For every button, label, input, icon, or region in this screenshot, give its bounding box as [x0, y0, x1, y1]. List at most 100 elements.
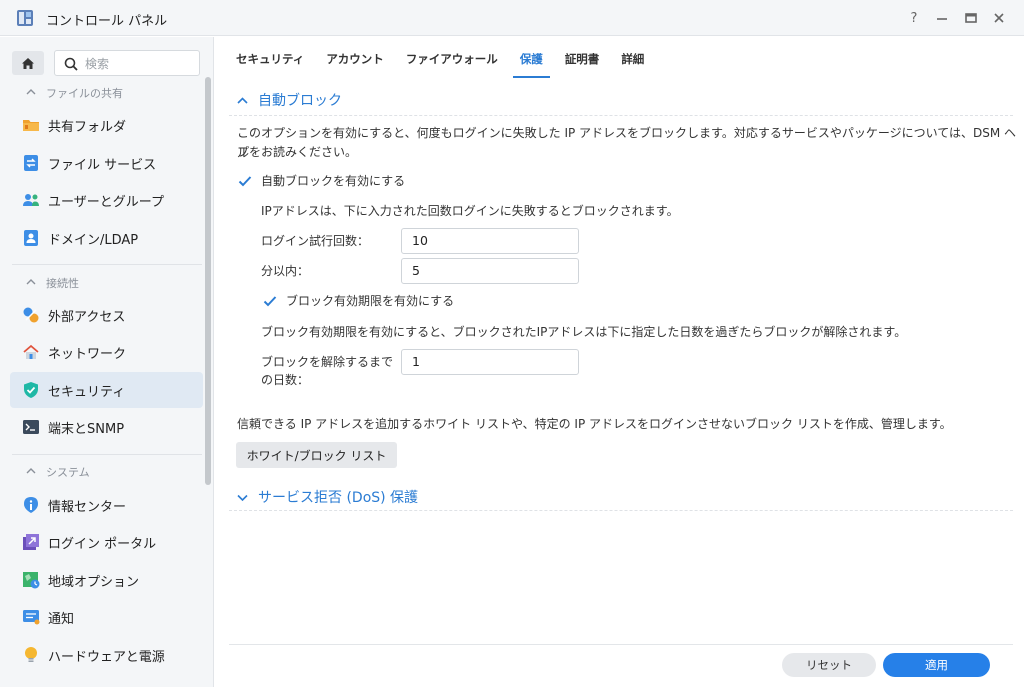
- sidebar-item-security[interactable]: セキュリティ: [10, 372, 203, 408]
- apply-button[interactable]: 適用: [883, 653, 990, 677]
- within-minutes-label: 分以内：: [261, 264, 310, 278]
- sidebar-item-file-services[interactable]: ファイル サービス: [10, 145, 203, 181]
- window-title: コントロール パネル: [46, 14, 168, 29]
- sidebar-item-label: ドメイン/LDAP: [48, 232, 139, 248]
- domain-icon: [22, 229, 40, 247]
- section-connectivity[interactable]: 接続性: [0, 268, 204, 298]
- terminal-icon: [22, 418, 40, 436]
- section-label: 接続性: [46, 277, 79, 290]
- help-button[interactable]: ?: [905, 9, 923, 27]
- sidebar-item-label: 地域オプション: [48, 574, 140, 590]
- hardware-icon: [22, 646, 40, 664]
- sidebar-item-hardware-power[interactable]: ハードウェアと電源: [10, 637, 203, 673]
- enable-auto-block-checkbox[interactable]: [237, 173, 253, 189]
- tab-advanced[interactable]: 詳細: [610, 37, 655, 73]
- regional-icon: [22, 571, 40, 589]
- sidebar-item-network[interactable]: ネットワーク: [10, 334, 203, 370]
- sidebar-item-label: 端末とSNMP: [48, 421, 125, 437]
- divider: [229, 510, 1013, 511]
- auto-block-description-line2: プをお読みください。: [237, 145, 358, 159]
- tab-account[interactable]: アカウント: [315, 37, 395, 73]
- sidebar-item-label: ハードウェアと電源: [48, 649, 165, 665]
- section-system[interactable]: システム: [0, 457, 204, 487]
- home-button[interactable]: [12, 51, 44, 75]
- dos-protection-title: サービス拒否 (DoS) 保護: [258, 490, 419, 506]
- divider: [229, 115, 1013, 116]
- dos-protection-header[interactable]: サービス拒否 (DoS) 保護: [237, 487, 418, 507]
- chevron-up-icon: [237, 96, 248, 104]
- login-attempts-label: ログイン試行回数：: [261, 234, 370, 248]
- network-icon: [22, 343, 40, 361]
- tab-bar: セキュリティ アカウント ファイアウォール 保護 証明書 詳細: [225, 37, 655, 78]
- home-icon: [22, 57, 34, 69]
- maximize-button[interactable]: [962, 9, 980, 27]
- file-services-icon: [22, 154, 40, 172]
- tab-protection[interactable]: 保護: [509, 37, 554, 78]
- sidebar-item-label: ファイル サービス: [48, 157, 157, 173]
- section-label: ファイルの共有: [46, 87, 123, 100]
- checkmark-icon: [238, 176, 252, 187]
- main-panel: セキュリティ アカウント ファイアウォール 保護 証明書 詳細 自動ブロック こ…: [215, 37, 1024, 687]
- auto-block-header[interactable]: 自動ブロック: [237, 90, 342, 110]
- auto-block-title: 自動ブロック: [258, 93, 342, 109]
- divider: [12, 264, 202, 265]
- folder-icon: [22, 116, 40, 134]
- sidebar-item-shared-folder[interactable]: 共有フォルダ: [10, 107, 203, 143]
- tab-certificate[interactable]: 証明書: [554, 37, 611, 73]
- control-panel-icon: [16, 9, 34, 27]
- allow-block-list-text: 信頼できる IP アドレスを追加するホワイト リストや、特定の IP アドレスを…: [237, 417, 952, 431]
- section-file-sharing[interactable]: ファイルの共有: [0, 78, 204, 108]
- close-icon: [994, 13, 1004, 23]
- sidebar-item-regional-options[interactable]: 地域オプション: [10, 562, 203, 598]
- unblock-days-label-line2: の日数：: [261, 373, 310, 387]
- external-access-icon: [22, 306, 40, 324]
- sidebar-item-terminal-snmp[interactable]: 端末とSNMP: [10, 409, 203, 445]
- unblock-days-input[interactable]: 1: [401, 349, 579, 375]
- sidebar-item-label: ネットワーク: [48, 346, 127, 362]
- enable-auto-block-label[interactable]: 自動ブロックを有効にする: [261, 171, 405, 191]
- chevron-up-icon: [26, 89, 36, 95]
- sidebar-item-label: 外部アクセス: [48, 309, 126, 325]
- sidebar-item-external-access[interactable]: 外部アクセス: [10, 297, 203, 333]
- sidebar-scrollbar[interactable]: [205, 77, 211, 485]
- divider: [12, 454, 202, 455]
- title-bar: コントロール パネル ?: [0, 0, 1024, 36]
- allow-block-list-button[interactable]: ホワイト/ブロック リスト: [236, 442, 397, 468]
- search-input[interactable]: [85, 55, 195, 72]
- info-icon: [22, 496, 40, 514]
- unblock-days-label-line1: ブロックを解除するまで: [261, 355, 394, 369]
- block-rule-text: IPアドレスは、下に入力された回数ログインに失敗するとブロックされます。: [261, 204, 679, 218]
- within-minutes-input[interactable]: 5: [401, 258, 579, 284]
- sidebar-item-info-center[interactable]: 情報センター: [10, 487, 203, 523]
- sidebar-item-label: ログイン ポータル: [48, 536, 157, 552]
- sidebar-item-label: 情報センター: [48, 499, 127, 515]
- sidebar-item-login-portal[interactable]: ログイン ポータル: [10, 524, 203, 560]
- minimize-button[interactable]: [933, 9, 951, 27]
- enable-block-expiration-checkbox[interactable]: [262, 293, 278, 309]
- checkmark-icon: [263, 296, 277, 307]
- tab-security[interactable]: セキュリティ: [225, 37, 315, 73]
- search-icon: [64, 57, 78, 71]
- login-portal-icon: [22, 533, 40, 551]
- sidebar-item-users-groups[interactable]: ユーザーとグループ: [10, 182, 203, 218]
- section-label: システム: [46, 466, 90, 479]
- block-expiration-text: ブロック有効期限を有効にすると、ブロックされたIPアドレスは下に指定した日数を過…: [261, 325, 907, 339]
- search-box: [54, 50, 200, 76]
- close-button[interactable]: [990, 9, 1008, 27]
- sidebar-item-label: 通知: [48, 611, 75, 627]
- sidebar-item-domain-ldap[interactable]: ドメイン/LDAP: [10, 220, 203, 256]
- enable-block-expiration-label[interactable]: ブロック有効期限を有効にする: [286, 291, 454, 311]
- footer-divider: [229, 644, 1013, 645]
- reset-button[interactable]: リセット: [782, 653, 876, 677]
- sidebar-item-notification[interactable]: 通知: [10, 599, 203, 635]
- notification-icon: [22, 608, 40, 626]
- maximize-icon: [965, 13, 977, 23]
- sidebar-item-label: 共有フォルダ: [48, 119, 127, 135]
- users-icon: [22, 191, 40, 209]
- chevron-up-icon: [26, 468, 36, 474]
- sidebar-item-label: ユーザーとグループ: [48, 194, 164, 210]
- sidebar-item-label: セキュリティ: [48, 384, 126, 400]
- shield-icon: [22, 381, 40, 399]
- login-attempts-input[interactable]: 10: [401, 228, 579, 254]
- tab-firewall[interactable]: ファイアウォール: [395, 37, 509, 73]
